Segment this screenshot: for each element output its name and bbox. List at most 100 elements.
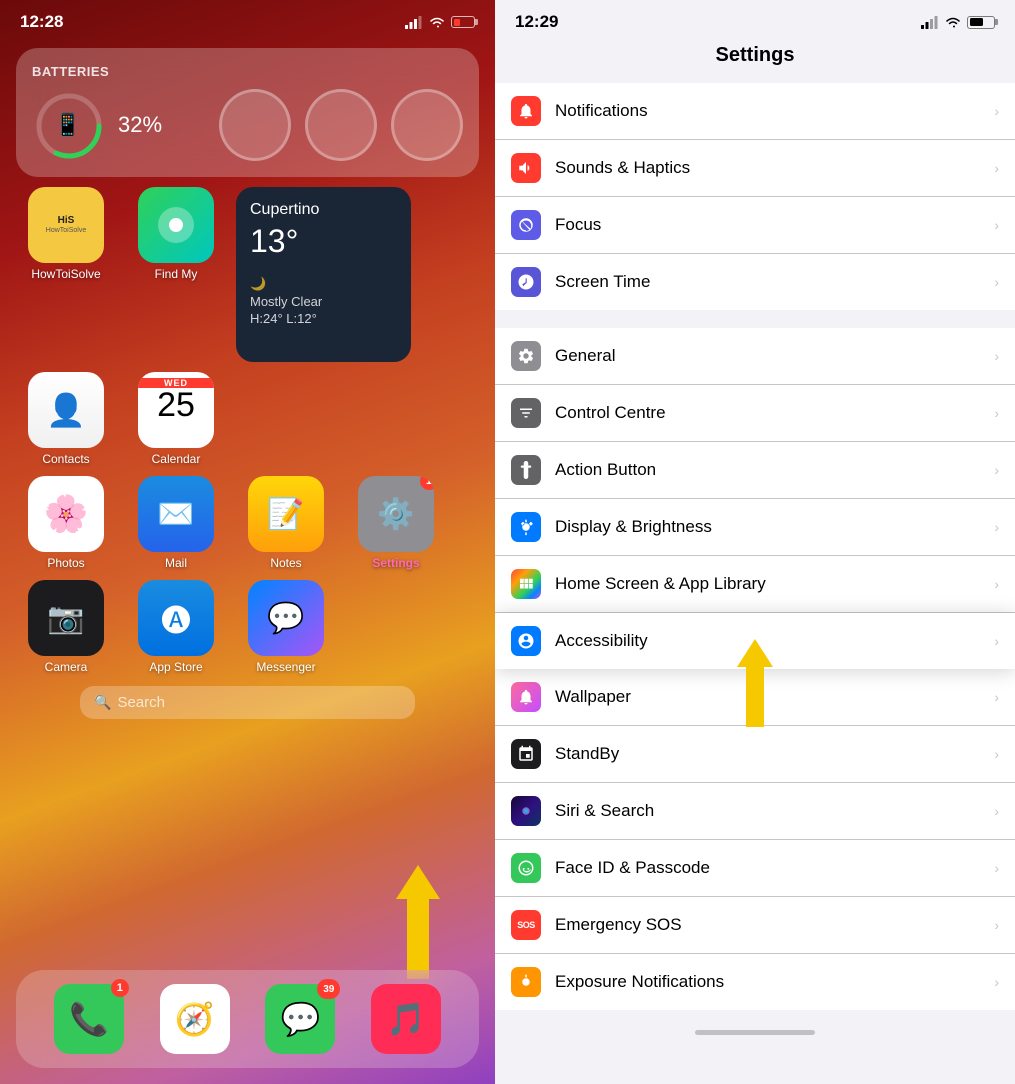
action-icon bbox=[511, 455, 541, 485]
settings-row-siri[interactable]: Siri & Search › bbox=[495, 783, 1015, 840]
search-bar[interactable]: 🔍 Search bbox=[80, 686, 415, 719]
chevron-wallpaper: › bbox=[994, 689, 999, 705]
chevron-general: › bbox=[994, 348, 999, 364]
battery-circle-empty-2 bbox=[305, 89, 377, 161]
settings-row-wallpaper[interactable]: Wallpaper › bbox=[495, 669, 1015, 726]
home-screen: 12:28 Batt bbox=[0, 0, 495, 1084]
emergency-icon: SOS bbox=[511, 910, 541, 940]
status-icons-right bbox=[921, 16, 995, 29]
home-indicator-bar bbox=[695, 1030, 815, 1035]
signal-icon bbox=[405, 16, 423, 29]
dock-phone[interactable]: 📞 1 bbox=[54, 984, 124, 1054]
settings-title: Settings bbox=[495, 32, 1015, 75]
app-appstore[interactable]: 🅐 App Store bbox=[126, 580, 226, 674]
app-grid: HiS HowToiSolve HowToiSolve Find My Cupe… bbox=[16, 187, 479, 674]
settings-row-control[interactable]: Control Centre › bbox=[495, 385, 1015, 442]
settings-row-sounds[interactable]: Sounds & Haptics › bbox=[495, 140, 1015, 197]
app-mail[interactable]: ✉️ Mail bbox=[126, 476, 226, 570]
app-photos[interactable]: 🌸 Photos bbox=[16, 476, 116, 570]
app-row-1: HiS HowToiSolve HowToiSolve Find My Cupe… bbox=[16, 187, 479, 362]
settings-list: Notifications › Sounds & Haptics › Focus… bbox=[495, 75, 1015, 1084]
time-right: 12:29 bbox=[515, 12, 558, 32]
arrow-overlay bbox=[396, 865, 440, 979]
dock: 📞 1 🧭 💬 39 🎵 bbox=[16, 970, 479, 1068]
control-icon bbox=[511, 398, 541, 428]
wifi-icon-right bbox=[945, 16, 961, 29]
chevron-emergency: › bbox=[994, 917, 999, 933]
search-icon: 🔍 bbox=[94, 694, 111, 711]
settings-row-general[interactable]: General › bbox=[495, 328, 1015, 385]
chevron-accessibility: › bbox=[994, 633, 999, 649]
home-indicator bbox=[495, 1020, 1015, 1041]
settings-row-notifications[interactable]: Notifications › bbox=[495, 83, 1015, 140]
app-row-4: 📷 Camera 🅐 App Store 💬 Messenger bbox=[16, 580, 479, 674]
siri-icon bbox=[511, 796, 541, 826]
battery-circle-main: 📱 bbox=[32, 89, 104, 161]
spacer-top bbox=[495, 75, 1015, 83]
battery-circles: 📱 32% bbox=[32, 89, 463, 161]
settings-row-standby[interactable]: StandBy › bbox=[495, 726, 1015, 783]
app-howtoisolve[interactable]: HiS HowToiSolve HowToiSolve bbox=[16, 187, 116, 362]
status-icons-left bbox=[405, 16, 475, 29]
spacer-2 bbox=[495, 320, 1015, 328]
battery-circle-empty-3 bbox=[391, 89, 463, 161]
exposure-icon bbox=[511, 967, 541, 997]
chevron-standby: › bbox=[994, 746, 999, 762]
battery-widget: Batteries 📱 32% bbox=[16, 48, 479, 177]
settings-row-screentime[interactable]: Screen Time › bbox=[495, 254, 1015, 310]
signal-icon-right bbox=[921, 16, 939, 29]
status-bar-right: 12:29 bbox=[495, 0, 1015, 32]
screentime-icon bbox=[511, 267, 541, 297]
chevron-screentime: › bbox=[994, 274, 999, 290]
status-bar-left: 12:28 bbox=[0, 0, 495, 32]
wallpaper-icon bbox=[511, 682, 541, 712]
settings-row-homescreen[interactable]: Home Screen & App Library › bbox=[495, 556, 1015, 613]
app-camera[interactable]: 📷 Camera bbox=[16, 580, 116, 674]
messages-badge: 39 bbox=[317, 979, 340, 999]
dock-music[interactable]: 🎵 bbox=[371, 984, 441, 1054]
app-calendar[interactable]: WED 25 Calendar bbox=[126, 372, 226, 466]
chevron-display: › bbox=[994, 519, 999, 535]
settings-row-faceid[interactable]: Face ID & Passcode › bbox=[495, 840, 1015, 897]
settings-row-focus[interactable]: Focus › bbox=[495, 197, 1015, 254]
chevron-action: › bbox=[994, 462, 999, 478]
battery-circle-empty-1 bbox=[219, 89, 291, 161]
battery-percent-text: 32% bbox=[118, 112, 205, 138]
app-messenger[interactable]: 💬 Messenger bbox=[236, 580, 336, 674]
app-findmy[interactable]: Find My bbox=[126, 187, 226, 362]
app-settings[interactable]: ⚙️ 1 Settings bbox=[346, 476, 446, 570]
time-left: 12:28 bbox=[20, 12, 63, 32]
sounds-icon bbox=[511, 153, 541, 183]
settings-section-2: General › Control Centre › Action Button… bbox=[495, 328, 1015, 1010]
settings-row-action[interactable]: Action Button › bbox=[495, 442, 1015, 499]
display-icon bbox=[511, 512, 541, 542]
chevron-focus: › bbox=[994, 217, 999, 233]
weather-widget[interactable]: Cupertino 13° 🌙 Mostly Clear H:24° L:12° bbox=[236, 187, 411, 362]
battery-widget-title: Batteries bbox=[32, 64, 463, 79]
settings-badge: 1 bbox=[420, 476, 434, 490]
chevron-faceid: › bbox=[994, 860, 999, 876]
dock-safari[interactable]: 🧭 bbox=[160, 984, 230, 1054]
battery-phone-icon: 📱 bbox=[54, 112, 81, 138]
settings-panel: 12:29 Settings bbox=[495, 0, 1015, 1084]
settings-row-display[interactable]: Display & Brightness › bbox=[495, 499, 1015, 556]
chevron-siri: › bbox=[994, 803, 999, 819]
settings-row-exposure[interactable]: Exposure Notifications › bbox=[495, 954, 1015, 1010]
phone-badge: 1 bbox=[111, 979, 129, 997]
chevron-sounds: › bbox=[994, 160, 999, 176]
chevron-homescreen: › bbox=[994, 576, 999, 592]
app-notes[interactable]: 📝 Notes bbox=[236, 476, 336, 570]
battery-icon-right bbox=[967, 16, 995, 29]
settings-row-emergency[interactable]: SOS Emergency SOS › bbox=[495, 897, 1015, 954]
chevron-notifications: › bbox=[994, 103, 999, 119]
settings-row-accessibility[interactable]: Accessibility › bbox=[495, 613, 1015, 669]
app-contacts[interactable]: 👤 Contacts bbox=[16, 372, 116, 466]
accessibility-icon bbox=[511, 626, 541, 656]
general-icon bbox=[511, 341, 541, 371]
chevron-control: › bbox=[994, 405, 999, 421]
battery-icon-left bbox=[451, 16, 475, 28]
focus-icon bbox=[511, 210, 541, 240]
dock-messages[interactable]: 💬 39 bbox=[265, 984, 335, 1054]
faceid-icon bbox=[511, 853, 541, 883]
search-placeholder: Search bbox=[117, 694, 165, 711]
